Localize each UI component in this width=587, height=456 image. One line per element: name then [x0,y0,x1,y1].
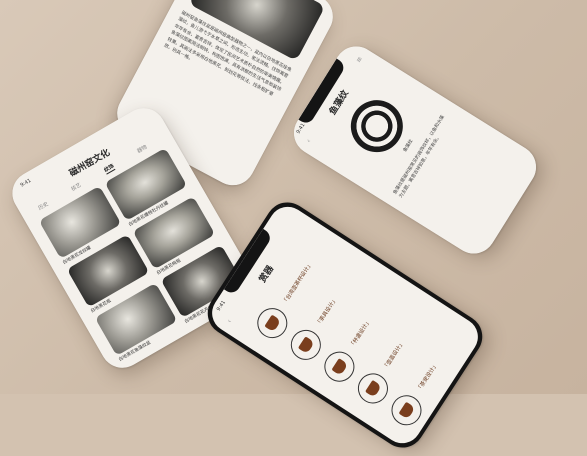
cup-icon-1[interactable] [251,302,294,344]
tab-ware[interactable]: 器物 [136,143,148,154]
tab-craft[interactable]: 技艺 [70,181,82,192]
cup-label-3: 「杯盏设计」 [349,318,373,350]
cup-icon-4[interactable] [352,367,394,410]
cup-label-5: 「茶宠设计」 [416,362,440,393]
tab-history[interactable]: 历史 [37,200,49,211]
status-time: 9:41 [19,177,33,189]
cup-icon-3[interactable] [318,345,361,388]
tab-pattern[interactable]: 纹饰 [102,162,116,175]
cup-icon-5[interactable] [385,389,428,431]
cup-label-2: 「茶具设计」 [315,296,339,328]
status-time: 9:41 [295,122,307,136]
status-time: 9:41 [215,299,227,313]
cup-label-4: 「壶盖设计」 [382,340,406,371]
cup-label-1: 「台湾壶茶杯设计」 [282,261,314,306]
cup-icon-2[interactable] [285,324,327,366]
background: 磁州窑鱼藻纹盆是磁州窑典型器物之一，盆内以白地黑花绘鱼藻纹，鱼儿游弋于水草之间，… [0,0,587,456]
